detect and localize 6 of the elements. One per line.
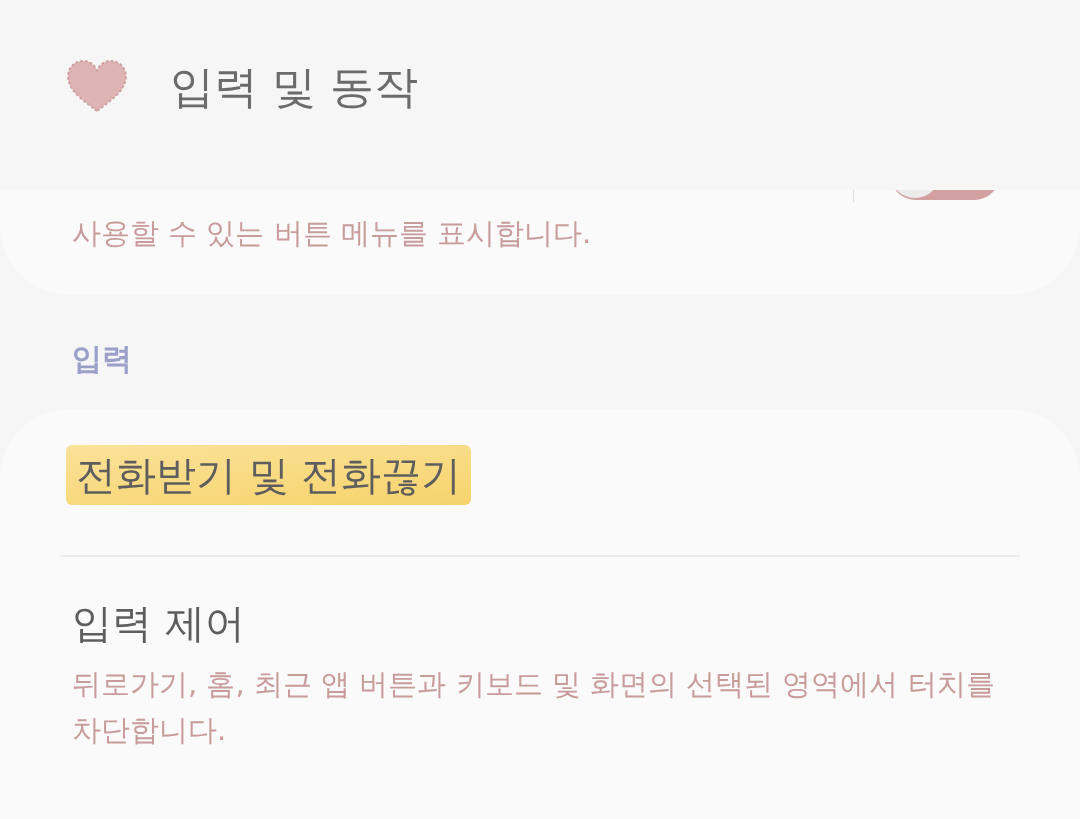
section-label: 입력	[72, 340, 132, 378]
screen-title: 입력 및 동작	[170, 60, 418, 114]
settings-item[interactable]: 전화받기 및 전화끊기	[0, 445, 1080, 555]
heart-icon	[66, 59, 128, 113]
settings-item[interactable]: 입력 제어 뒤로가기, 홈, 최근 앱 버튼과 키보드 및 화면의 선택된 영역에서 터치를 차단합니다.	[0, 593, 1080, 753]
item-description: 사용할 수 있는 버튼 메뉴를 표시합니다.	[72, 215, 592, 252]
